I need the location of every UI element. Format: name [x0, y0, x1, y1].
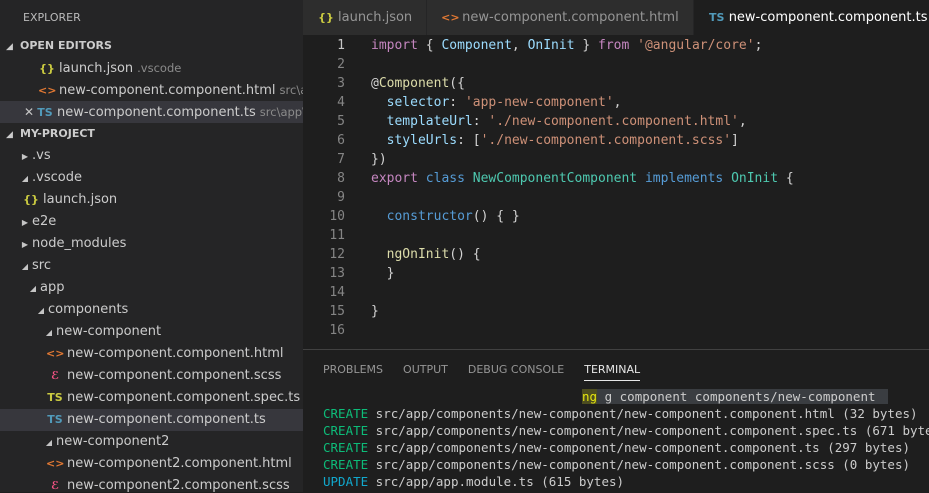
html-file-icon: <>: [46, 347, 65, 360]
code-line: 5 templateUrl: './new-component.componen…: [303, 112, 929, 131]
line-number: 13: [329, 266, 345, 281]
line-number: 8: [337, 171, 345, 186]
line-number: 1: [337, 38, 345, 53]
chevron-right-icon: ▶: [21, 240, 29, 249]
typescript-file-icon: TS: [37, 106, 53, 119]
tree-file[interactable]: ℰnew-component2.component.scss: [0, 475, 303, 492]
tree-file-selected[interactable]: TS new-component.component.ts: [0, 409, 303, 431]
tree-file[interactable]: <> new-component2.component.html: [0, 453, 303, 475]
html-file-icon: <>: [38, 84, 57, 97]
line-number: 7: [337, 152, 345, 167]
explorer-sidebar: EXPLORER ◢ OPEN EDITORS {} launch.json .vsc…: [0, 0, 303, 492]
tree-folder[interactable]: ◢ app: [0, 277, 303, 299]
chevron-down-icon: ◢: [29, 284, 37, 293]
tab-problems[interactable]: PROBLEMS: [323, 350, 383, 388]
chevron-down-icon: ◢: [21, 262, 29, 271]
line-number: 2: [337, 57, 345, 72]
tree-folder[interactable]: ▶ e2e: [0, 211, 303, 233]
tree-file[interactable]: TS new-component.component.spec.ts: [0, 387, 303, 409]
open-editor-item[interactable]: <>new-component.component.htmlsrc\app...: [0, 79, 303, 101]
tree-folder[interactable]: ◢ src: [0, 255, 303, 277]
open-editor-item[interactable]: {} launch.json .vscode: [0, 57, 303, 79]
terminal-output-line: UPDATE src/app/app.module.ts (615 bytes): [323, 474, 625, 489]
tree-folder[interactable]: ◢ components: [0, 299, 303, 321]
tree-folder[interactable]: ◢ new-component2: [0, 431, 303, 453]
chevron-right-icon: ▶: [21, 218, 29, 227]
terminal[interactable]: ng g component components/new-component …: [303, 388, 929, 490]
code-line: 2: [303, 55, 929, 74]
explorer-title: EXPLORER: [23, 11, 81, 24]
code-line: 13 }: [303, 264, 929, 283]
tab-terminal[interactable]: TERMINAL: [584, 350, 641, 381]
tab-launch-json[interactable]: {} launch.json: [303, 0, 428, 35]
json-file-icon: {}: [318, 11, 334, 24]
line-number: 3: [337, 76, 345, 91]
bottom-panel: PROBLEMS OUTPUT DEBUG CONSOLE TERMINAL n…: [303, 349, 929, 493]
tree-file[interactable]: {} launch.json: [0, 189, 303, 211]
tree-folder[interactable]: ▶ node_modules: [0, 233, 303, 255]
code-line: 14: [303, 283, 929, 302]
chevron-down-icon: ◢: [21, 174, 29, 183]
tab-component-ts[interactable]: TSnew-component.component.ts×: [693, 0, 929, 35]
html-file-icon: <>: [441, 11, 460, 24]
chevron-down-icon: ◢: [6, 42, 13, 52]
terminal-output-line: CREATE src/app/components/new-component/…: [323, 457, 911, 472]
line-number: 12: [329, 247, 345, 262]
code-line: 4 selector: 'app-new-component',: [303, 93, 929, 112]
code-line: 1 import { Component, OnInit } from '@ang…: [303, 36, 929, 55]
scss-icon: ℰ: [50, 369, 60, 382]
tree-folder[interactable]: ▶ .vs: [0, 145, 303, 167]
open-editor-item-active[interactable]: ✕TSnew-component.component.tssrc\app\c..…: [0, 101, 303, 123]
terminal-output-line: CREATE src/app/components/new-component/…: [323, 440, 911, 455]
line-number: 10: [329, 209, 345, 224]
code-line: 3 @Component({: [303, 74, 929, 93]
line-number: 14: [329, 285, 345, 300]
chevron-down-icon: ◢: [6, 130, 13, 140]
terminal-command: ng g component components/new-component: [582, 389, 888, 404]
line-number: 11: [329, 228, 345, 243]
code-line: 6 styleUrls: ['./new-component.component…: [303, 131, 929, 150]
code-line: 15}: [303, 302, 929, 321]
line-number: 15: [329, 304, 345, 319]
line-number: 4: [337, 95, 345, 110]
terminal-output-line: CREATE src/app/components/new-component/…: [323, 423, 929, 438]
chevron-down-icon: ◢: [45, 438, 53, 447]
terminal-command-line: ng g component components/new-component: [323, 388, 929, 405]
typescript-file-icon: TS: [47, 413, 63, 426]
code-line: 10 constructor() { }: [303, 207, 929, 226]
tab-output[interactable]: OUTPUT: [403, 350, 448, 388]
typescript-file-icon: TS: [47, 391, 63, 404]
line-number: 9: [337, 190, 345, 205]
close-icon[interactable]: ✕: [22, 101, 36, 123]
json-file-icon: {}: [39, 62, 55, 75]
code-line: 16: [303, 321, 929, 340]
code-line: 8 export class NewComponentComponent impl…: [303, 169, 929, 188]
chevron-down-icon: ◢: [45, 328, 53, 337]
chevron-right-icon: ▶: [21, 152, 29, 161]
line-number: 16: [329, 323, 345, 338]
typescript-file-icon: TS: [708, 11, 725, 24]
scss-icon: ℰ: [50, 479, 60, 492]
code-line: 9: [303, 188, 929, 207]
tab-debug-console[interactable]: DEBUG CONSOLE: [468, 350, 564, 388]
project-header[interactable]: ◢ MY-PROJECT: [0, 123, 303, 145]
code-line: 7}): [303, 150, 929, 169]
panel-tabs: PROBLEMS OUTPUT DEBUG CONSOLE TERMINAL: [303, 350, 929, 388]
line-number: 6: [337, 133, 345, 148]
editor-tabs: {} launch.json <> new-component.component.…: [303, 0, 929, 35]
open-editors-header[interactable]: ◢ OPEN EDITORS: [0, 35, 303, 57]
tree-file[interactable]: ℰnew-component.component.scss: [0, 365, 303, 387]
code-line: 11: [303, 226, 929, 245]
tree-folder[interactable]: ◢ .vscode: [0, 167, 303, 189]
tree-folder[interactable]: ◢ new-component: [0, 321, 303, 343]
json-file-icon: {}: [23, 193, 39, 206]
chevron-down-icon: ◢: [37, 306, 45, 315]
html-file-icon: <>: [46, 457, 65, 470]
tab-component-html[interactable]: <> new-component.component.html: [427, 0, 694, 35]
terminal-output-line: CREATE src/app/components/new-component/…: [323, 406, 918, 421]
code-editor[interactable]: 1 import { Component, OnInit } from '@ang…: [303, 35, 929, 340]
line-number: 5: [337, 114, 345, 129]
code-line: 12 ngOnInit() {: [303, 245, 929, 264]
tree-file[interactable]: <> new-component.component.html: [0, 343, 303, 365]
